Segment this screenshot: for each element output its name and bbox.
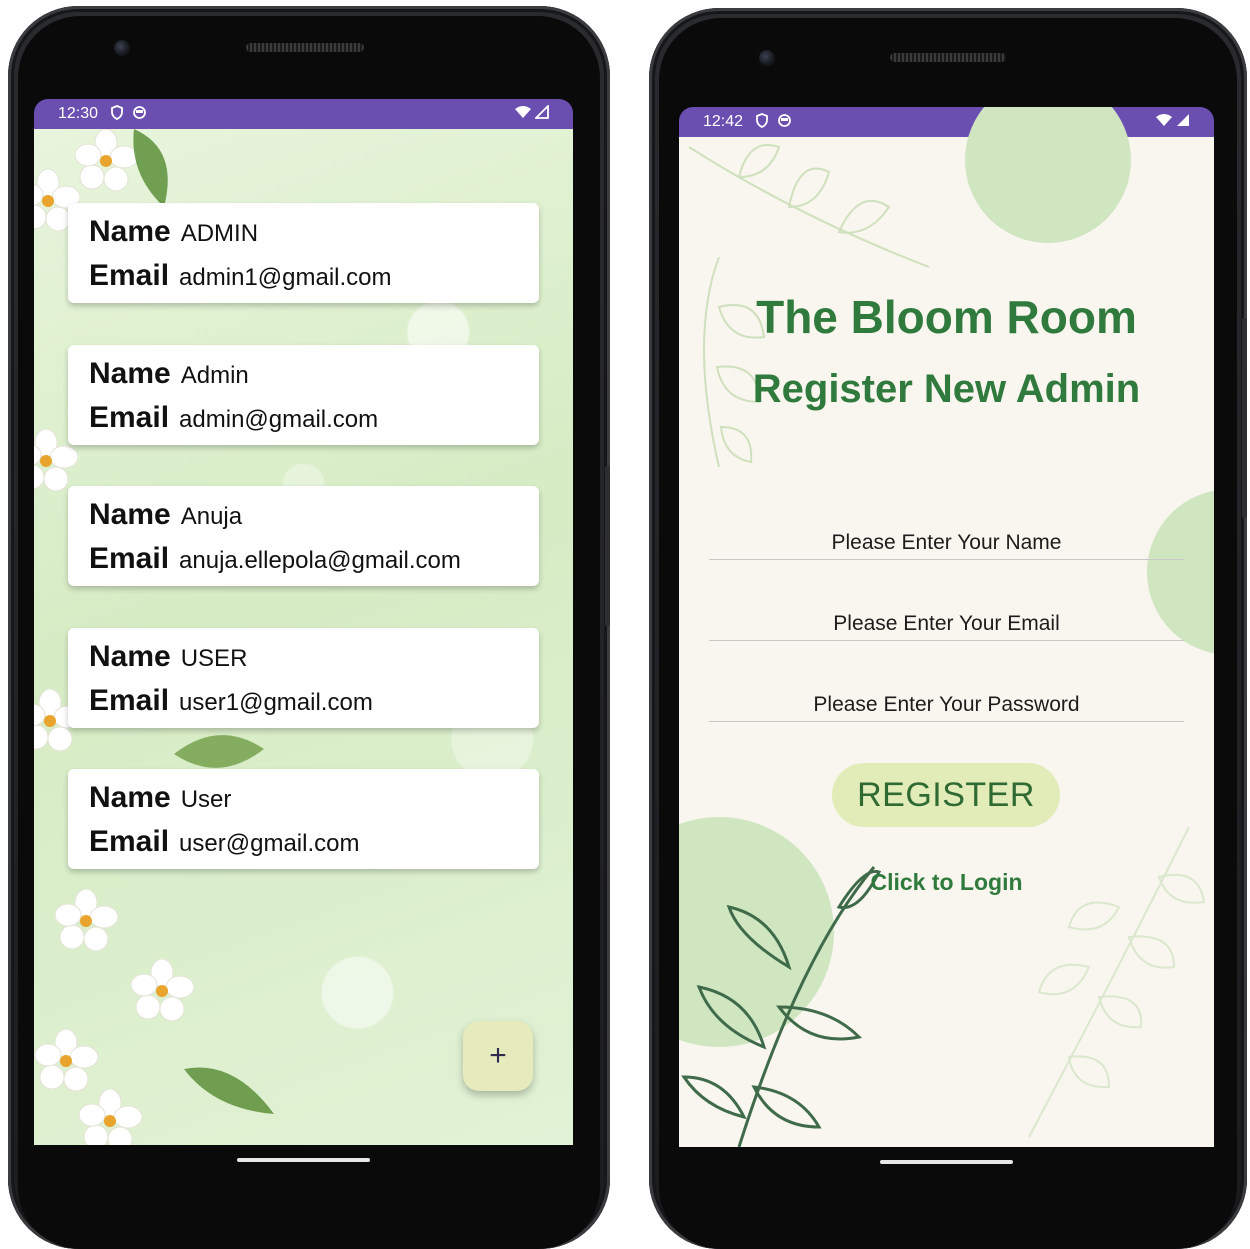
card-name-row: Name User: [89, 781, 518, 825]
name-value: Admin: [180, 362, 249, 389]
add-user-button[interactable]: +: [463, 1021, 533, 1091]
card-email-row: Email admin@gmail.com: [89, 401, 518, 445]
left-phone-speaker: [246, 43, 364, 52]
email-value: admin1@gmail.com: [179, 264, 392, 291]
signal-icon: [533, 103, 549, 124]
user-card[interactable]: Name Admin Email admin@gmail.com: [68, 345, 539, 445]
signal-icon: [1176, 113, 1190, 132]
status-time: 12:42: [703, 113, 744, 130]
name-label: Name: [89, 215, 171, 248]
right-phone-camera: [759, 50, 775, 66]
user-card[interactable]: Name USER Email user1@gmail.com: [68, 628, 539, 728]
login-link[interactable]: Click to Login: [679, 869, 1214, 896]
email-value: admin@gmail.com: [179, 406, 379, 433]
name-label: Name: [89, 498, 171, 531]
card-name-row: Name Admin: [89, 357, 518, 401]
user-card[interactable]: Name User Email user@gmail.com: [68, 769, 539, 869]
user-card[interactable]: Name Anuja Email anuja.ellepola@gmail.co…: [68, 486, 539, 586]
name-label: Name: [89, 357, 171, 390]
name-value: Anuja: [180, 503, 243, 530]
right-phone-side-button: [1242, 318, 1247, 518]
email-value: anuja.ellepola@gmail.com: [179, 547, 461, 574]
shield-icon: [755, 112, 769, 132]
app-title: The Bloom Room: [756, 291, 1137, 343]
card-name-row: Name USER: [89, 640, 518, 684]
name-field[interactable]: Please Enter Your Name: [709, 526, 1184, 560]
home-indicator[interactable]: [237, 1158, 370, 1162]
status-bar: 12:30: [34, 99, 573, 129]
status-time: 12:30: [58, 105, 99, 122]
status-bar: 12:42: [679, 107, 1214, 137]
email-field-placeholder: Please Enter Your Email: [833, 612, 1060, 635]
email-value: user1@gmail.com: [179, 689, 373, 716]
wifi-icon: [1155, 113, 1173, 132]
email-label: Email: [89, 542, 170, 575]
password-field[interactable]: Please Enter Your Password: [709, 688, 1184, 722]
right-phone: 12:42 The Bloom Room Register New Admin …: [649, 8, 1247, 1249]
name-value: USER: [180, 645, 248, 672]
leaf-icon: [133, 129, 168, 207]
flower-icon: [130, 959, 194, 1022]
home-indicator[interactable]: [880, 1160, 1013, 1164]
plus-icon: +: [489, 1039, 507, 1072]
email-label: Email: [89, 401, 170, 434]
card-name-row: Name Anuja: [89, 498, 518, 542]
leaf-icon: [184, 1067, 274, 1114]
left-phone-camera: [114, 40, 130, 56]
decor-circle: [965, 107, 1131, 243]
name-value: ADMIN: [180, 220, 259, 247]
record-icon: [777, 113, 792, 132]
card-email-row: Email anuja.ellepola@gmail.com: [89, 542, 518, 586]
card-email-row: Email admin1@gmail.com: [89, 259, 518, 303]
user-card[interactable]: Name ADMIN Email admin1@gmail.com: [68, 203, 539, 303]
email-label: Email: [89, 684, 170, 717]
flower-icon: [34, 1029, 98, 1092]
card-name-row: Name ADMIN: [89, 215, 518, 259]
left-phone: 12:30 Name ADMIN Email admin1@gmail.com …: [8, 6, 610, 1249]
right-screen: 12:42 The Bloom Room Register New Admin …: [679, 107, 1214, 1147]
page-subtitle: Register New Admin: [752, 367, 1141, 411]
card-email-row: Email user@gmail.com: [89, 825, 518, 869]
card-email-row: Email user1@gmail.com: [89, 684, 518, 728]
register-button[interactable]: REGISTER: [832, 763, 1060, 827]
left-phone-side-button: [605, 466, 610, 626]
name-field-placeholder: Please Enter Your Name: [831, 531, 1062, 554]
flower-icon: [54, 889, 118, 952]
email-label: Email: [89, 825, 170, 858]
email-field[interactable]: Please Enter Your Email: [709, 607, 1184, 641]
right-phone-speaker: [890, 53, 1006, 62]
wifi-icon: [514, 105, 532, 124]
leaf-branch-icon: [1028, 826, 1206, 1138]
flower-icon: [78, 1089, 142, 1145]
record-icon: [132, 105, 147, 124]
name-label: Name: [89, 781, 171, 814]
name-label: Name: [89, 640, 171, 673]
register-button-label: REGISTER: [857, 775, 1035, 814]
email-label: Email: [89, 259, 170, 292]
password-field-placeholder: Please Enter Your Password: [813, 693, 1080, 716]
left-screen: 12:30 Name ADMIN Email admin1@gmail.com …: [34, 99, 573, 1145]
shield-icon: [110, 104, 124, 124]
name-value: User: [180, 786, 232, 813]
register-background: [679, 107, 1214, 1147]
email-value: user@gmail.com: [179, 830, 360, 857]
